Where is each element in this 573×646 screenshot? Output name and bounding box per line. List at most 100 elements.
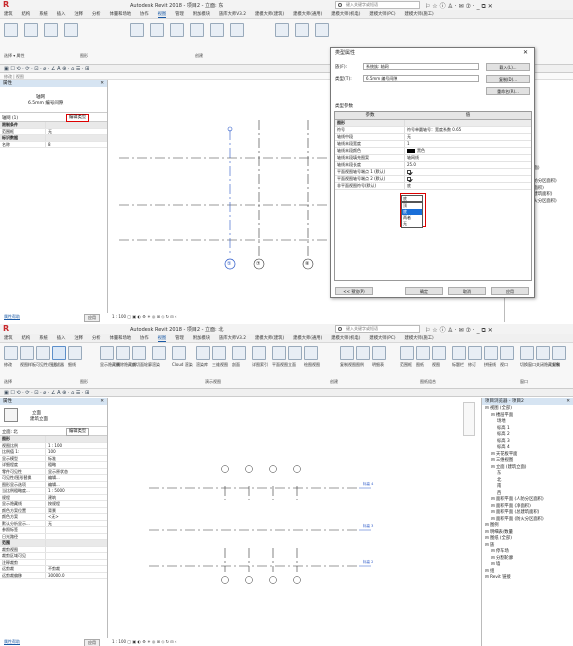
filter-button[interactable] — [64, 23, 78, 37]
property-value[interactable]: 背景 — [46, 508, 107, 514]
ribbon-button[interactable] — [552, 346, 566, 360]
parameter-value[interactable] — [405, 169, 531, 175]
ribbon-tab[interactable]: 分析 — [92, 11, 101, 17]
symbol-dropdown[interactable]: 底 — [401, 195, 423, 202]
parameter-value[interactable]: 无 — [405, 134, 531, 140]
symbol-dropdown-list[interactable]: 顶底两者无 — [401, 202, 423, 228]
parameter-row[interactable]: 平面视图轴号端点 1 (默认) — [335, 169, 531, 176]
parameter-row[interactable]: 平面视图轴号端点 2 (默认) — [335, 176, 531, 183]
ribbon-tab[interactable]: 附加模块 — [193, 11, 210, 17]
ribbon-button[interactable] — [20, 346, 34, 360]
search-input[interactable]: 键入关键字或短语 — [335, 325, 420, 333]
ribbon-tab[interactable]: 族库大师V3.2 — [219, 335, 246, 341]
quick-access-toolbar[interactable]: ▣ ☐ ⟲ · ⟳ · ⊡ · ⌀ · ∠ A ⊕ · ⌂ ☰ · ⊞ — [0, 389, 573, 397]
ribbon-tab[interactable]: 建模大师(施工) — [405, 11, 434, 17]
type-select[interactable]: 6.5mm 编号间隙 — [363, 75, 479, 82]
property-value[interactable]: 显示原状态 — [46, 469, 107, 475]
property-value[interactable]: 编辑... — [46, 475, 107, 481]
rename-button[interactable]: 重命名(R)... — [486, 87, 530, 95]
preview-button[interactable]: << 预览(P) — [335, 287, 373, 295]
ribbon-button[interactable] — [68, 346, 82, 360]
ribbon-tab[interactable]: 建模大师(PC) — [369, 335, 395, 341]
ribbon-tab[interactable]: 管理 — [175, 11, 184, 17]
ribbon-tab[interactable]: 体量和场地 — [110, 11, 131, 17]
property-value[interactable]: 建筑 — [46, 495, 107, 501]
property-value[interactable]: 无 — [46, 129, 107, 135]
parameter-value[interactable]: 轴网线 — [405, 155, 531, 161]
callout-button[interactable] — [230, 23, 244, 37]
ribbon-tab[interactable]: 建模大师(机电) — [331, 11, 360, 17]
ribbon-button[interactable] — [172, 346, 186, 360]
browser-item[interactable]: ⊟ Revit 链接 — [485, 575, 573, 582]
close-icon[interactable]: ✕ — [100, 80, 104, 87]
parameter-value[interactable]: 黑色 — [405, 148, 531, 154]
ribbon-tab[interactable]: 系统 — [39, 11, 48, 17]
family-select[interactable]: 系统族: 轴网 — [363, 63, 479, 70]
properties-help-link[interactable]: 属性帮助 — [4, 639, 20, 644]
ribbon-tab[interactable]: 建模大师(施工) — [405, 335, 434, 341]
instance-selector[interactable]: 轴网 (1) — [2, 115, 18, 121]
ribbon-tab[interactable]: 分析 — [92, 335, 101, 341]
ribbon-button[interactable] — [196, 346, 210, 360]
3d-view-button[interactable] — [190, 23, 204, 37]
property-value[interactable] — [46, 527, 107, 533]
property-value[interactable] — [46, 547, 107, 553]
parameter-value[interactable] — [405, 176, 531, 182]
ribbon-button[interactable] — [536, 346, 550, 360]
property-value[interactable]: 1 : 5000 — [46, 488, 107, 494]
view-control-bar[interactable]: 1 : 100 ▢ ▣ ◐ ⚙ ☀ ◎ ⊞ ◇ ↻ ⊟ ‹ — [112, 313, 177, 320]
ribbon-tab[interactable]: 系统 — [39, 335, 48, 341]
ribbon-tab[interactable]: 视图 — [157, 335, 167, 342]
property-value[interactable]: 无 — [46, 521, 107, 527]
edit-type-button[interactable]: 编辑类型 — [66, 114, 90, 122]
ribbon-tab[interactable]: 插入 — [57, 335, 66, 341]
ribbon-tab[interactable]: 结构 — [22, 335, 31, 341]
ribbon-tab[interactable]: 视图 — [157, 11, 167, 18]
modify-button[interactable] — [4, 23, 18, 37]
cancel-button[interactable]: 取消 — [448, 287, 486, 295]
property-value[interactable] — [46, 553, 107, 559]
visibility-button[interactable] — [44, 23, 58, 37]
revit-logo-icon[interactable]: R — [3, 325, 11, 333]
ribbon-button[interactable] — [468, 346, 482, 360]
view-control-bar[interactable]: 1 : 100 ▢ ▣ ◐ ⚙ ☀ ◎ ⊞ ◇ ↻ ⊟ ‹ — [112, 638, 177, 645]
render-gallery-button[interactable] — [170, 23, 184, 37]
parameter-value[interactable]: 25.0 — [405, 162, 531, 168]
property-value[interactable]: 按规程 — [46, 501, 107, 507]
ribbon-tab[interactable]: 建模大师(通用) — [293, 335, 322, 341]
apply-button[interactable]: 应用 — [84, 639, 100, 646]
property-value[interactable]: 30000.0 — [46, 573, 107, 579]
ribbon-button[interactable] — [152, 346, 166, 360]
ribbon-button[interactable] — [484, 346, 498, 360]
ribbon-button[interactable] — [520, 346, 534, 360]
section-button[interactable] — [210, 23, 224, 37]
navigation-bar[interactable] — [463, 402, 475, 436]
load-button[interactable]: 载入(L)... — [486, 63, 530, 71]
property-value[interactable]: <无> — [46, 514, 107, 520]
parameter-row[interactable]: 符号 符号单圆轴号：宽度系数 0.65 — [335, 127, 531, 134]
ribbon-tab[interactable]: 结构 — [22, 11, 31, 17]
view-scale[interactable]: 1 : 100 — [112, 314, 126, 319]
type-selector[interactable]: 立面 建筑立面 — [0, 405, 107, 427]
ribbon-tab[interactable]: 注释 — [74, 11, 83, 17]
ribbon-button[interactable] — [304, 346, 318, 360]
type-selector[interactable]: 轴网 6.5mm 编号间隙 — [0, 87, 107, 113]
parameter-value[interactable]: 1 — [405, 141, 531, 147]
property-value[interactable]: 编辑... — [46, 482, 107, 488]
property-value[interactable]: 标准 — [46, 456, 107, 462]
browser-tree[interactable]: ⊟ 视图 (全部) ⊟ 楼层平面 场地 标高 1 标高 2 标高 3 标高 4 ⊟ … — [482, 405, 573, 582]
ribbon-button[interactable] — [340, 346, 354, 360]
ribbon-tab[interactable]: 协作 — [140, 335, 149, 341]
ribbon-button[interactable] — [36, 346, 50, 360]
ribbon-tab[interactable]: 建模大师(机电) — [331, 335, 360, 341]
checkbox[interactable] — [407, 170, 411, 174]
property-value[interactable]: 100 — [46, 449, 107, 455]
ribbon-button[interactable] — [212, 346, 226, 360]
ribbon-button[interactable] — [500, 346, 514, 360]
parameter-value[interactable]: 底 — [405, 183, 531, 189]
ribbon-button[interactable] — [432, 346, 446, 360]
ribbon-button[interactable] — [372, 346, 386, 360]
ribbon-button[interactable] — [4, 346, 18, 360]
property-row[interactable]: 名称 8 — [0, 141, 107, 148]
search-input[interactable]: 键入关键字或短语 — [335, 1, 420, 9]
